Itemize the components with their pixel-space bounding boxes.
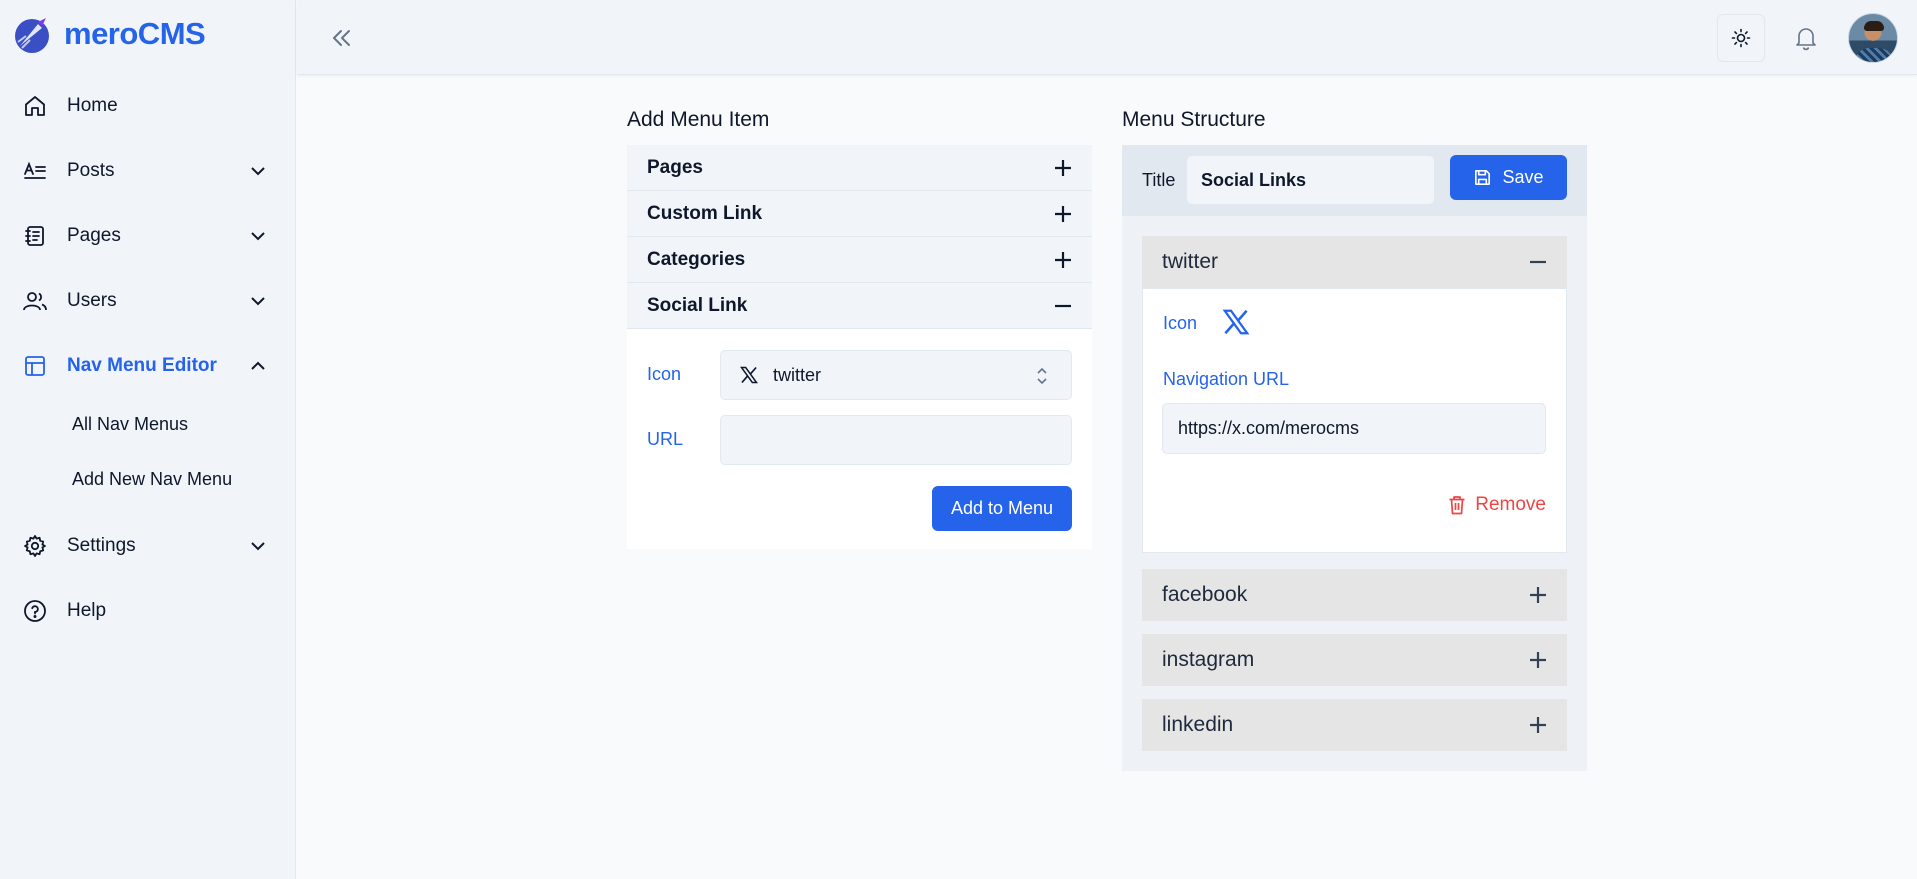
sidebar-item-users[interactable]: Users xyxy=(0,277,296,325)
menu-item-name: instagram xyxy=(1162,648,1255,671)
save-button[interactable]: Save xyxy=(1450,155,1567,200)
accordion-pages[interactable]: Pages xyxy=(627,145,1092,191)
sidebar-item-posts[interactable]: Posts xyxy=(0,147,296,195)
icon-field-label: Icon xyxy=(1163,313,1198,333)
accordion-label: Custom Link xyxy=(647,202,763,224)
remove-button[interactable]: Remove xyxy=(1448,494,1546,516)
menu-item-name: facebook xyxy=(1162,583,1248,606)
avatar-hair xyxy=(1864,21,1884,31)
trash-icon xyxy=(1449,496,1465,515)
menu-title-input[interactable]: Social Links xyxy=(1187,156,1434,204)
layout-icon xyxy=(22,353,48,379)
menu-item-header[interactable]: linkedin xyxy=(1142,699,1567,751)
accordion-label: Social Link xyxy=(647,294,748,316)
floppy-disk-icon xyxy=(1475,170,1491,185)
url-input[interactable] xyxy=(720,415,1072,465)
chevron-down-icon xyxy=(251,167,265,176)
plus-icon xyxy=(1530,587,1546,603)
menu-item-header[interactable]: twitter xyxy=(1142,236,1567,288)
bell-icon[interactable] xyxy=(1792,24,1820,52)
chevron-down-icon xyxy=(251,542,265,551)
user-avatar[interactable] xyxy=(1848,13,1898,63)
menu-item-linkedin: linkedin xyxy=(1142,699,1567,751)
sidebar-item-label: Users xyxy=(67,290,117,311)
chevron-down-icon xyxy=(251,232,265,241)
sun-icon xyxy=(1731,28,1751,48)
navigation-url-input[interactable]: https://x.com/merocms xyxy=(1162,403,1546,454)
add-menu-item-title: Add Menu Item xyxy=(627,108,770,131)
menu-title-bar: Title Social Links Save xyxy=(1122,145,1587,216)
sidebar-item-help[interactable]: Help xyxy=(0,587,296,635)
minus-icon xyxy=(1055,304,1071,307)
add-menu-accordion: Pages Custom Link Categories Social Link… xyxy=(627,145,1092,549)
menu-item-header[interactable]: facebook xyxy=(1142,569,1567,621)
menu-structure-title: Menu Structure xyxy=(1122,108,1266,131)
icon-field-label: Icon xyxy=(647,364,682,384)
menu-structure-panel: Title Social Links Save twitter Icon Nav… xyxy=(1122,145,1587,771)
plus-icon xyxy=(1055,159,1071,176)
brand-logo[interactable]: meroCMS xyxy=(12,14,206,54)
sidebar-subitem-all-nav-menus[interactable]: All Nav Menus xyxy=(72,414,188,435)
sidebar-item-label: Nav Menu Editor xyxy=(67,355,217,376)
menu-item-facebook: facebook xyxy=(1142,569,1567,621)
sidebar-item-pages[interactable]: Pages xyxy=(0,212,296,260)
x-twitter-icon xyxy=(1222,309,1250,335)
top-header xyxy=(297,0,1917,75)
sidebar: meroCMS Home Posts Pages Users Nav Menu … xyxy=(0,0,296,879)
rocket-logo-icon xyxy=(15,18,49,53)
users-icon xyxy=(22,288,48,314)
menu-item-twitter-details: Icon Navigation URL https://x.com/merocm… xyxy=(1142,288,1567,553)
gear-icon xyxy=(22,533,48,559)
add-to-menu-button[interactable]: Add to Menu xyxy=(932,486,1072,531)
menu-item-instagram: instagram xyxy=(1142,634,1567,686)
menu-item-name: linkedin xyxy=(1162,713,1234,736)
plus-icon xyxy=(1055,251,1071,268)
remove-label: Remove xyxy=(1475,494,1546,515)
x-twitter-icon xyxy=(740,366,758,384)
sidebar-item-label: Home xyxy=(67,95,118,116)
accordion-label: Pages xyxy=(647,156,703,178)
accordion-label: Categories xyxy=(647,248,746,270)
sidebar-item-label: Settings xyxy=(67,535,136,556)
sidebar-item-home[interactable]: Home xyxy=(0,82,296,130)
chevron-down-icon xyxy=(251,297,265,306)
chevron-up-icon xyxy=(251,361,265,370)
collapse-sidebar-icon[interactable] xyxy=(327,24,355,52)
menu-item-name: twitter xyxy=(1162,250,1219,273)
sidebar-subitem-add-new-nav-menu[interactable]: Add New Nav Menu xyxy=(72,469,232,490)
sidebar-item-label: Pages xyxy=(67,225,121,246)
menu-item-twitter: twitter xyxy=(1142,236,1567,288)
url-field-label: URL xyxy=(647,429,684,449)
title-field-label: Title xyxy=(1142,170,1176,190)
sidebar-item-label: Help xyxy=(67,600,107,621)
accordion-categories[interactable]: Categories xyxy=(627,237,1092,283)
plus-icon xyxy=(1055,205,1071,222)
minus-icon xyxy=(1530,260,1546,264)
theme-toggle-button[interactable] xyxy=(1717,14,1765,62)
plus-icon xyxy=(1530,717,1546,733)
sidebar-item-label: Posts xyxy=(67,160,115,181)
plus-icon xyxy=(1530,652,1546,668)
sidebar-item-settings[interactable]: Settings xyxy=(0,522,296,570)
accordion-custom-link[interactable]: Custom Link xyxy=(627,191,1092,237)
icon-select[interactable]: twitter xyxy=(720,350,1072,400)
help-icon xyxy=(22,598,48,624)
pages-icon xyxy=(22,223,48,249)
home-icon xyxy=(22,93,48,119)
social-link-form: Icon twitter URL Add to Menu xyxy=(627,329,1092,549)
posts-icon xyxy=(22,158,48,184)
menu-item-header[interactable]: instagram xyxy=(1142,634,1567,686)
avatar-shirt xyxy=(1855,48,1893,62)
navigation-url-label: Navigation URL xyxy=(1163,369,1290,389)
brand-name: meroCMS xyxy=(64,16,206,51)
sidebar-item-nav-menu-editor[interactable]: Nav Menu Editor xyxy=(0,342,296,390)
chevron-updown-icon xyxy=(1037,367,1047,385)
accordion-social-link[interactable]: Social Link xyxy=(627,283,1092,329)
save-button-label: Save xyxy=(1502,167,1544,187)
icon-select-value: twitter xyxy=(773,364,822,385)
